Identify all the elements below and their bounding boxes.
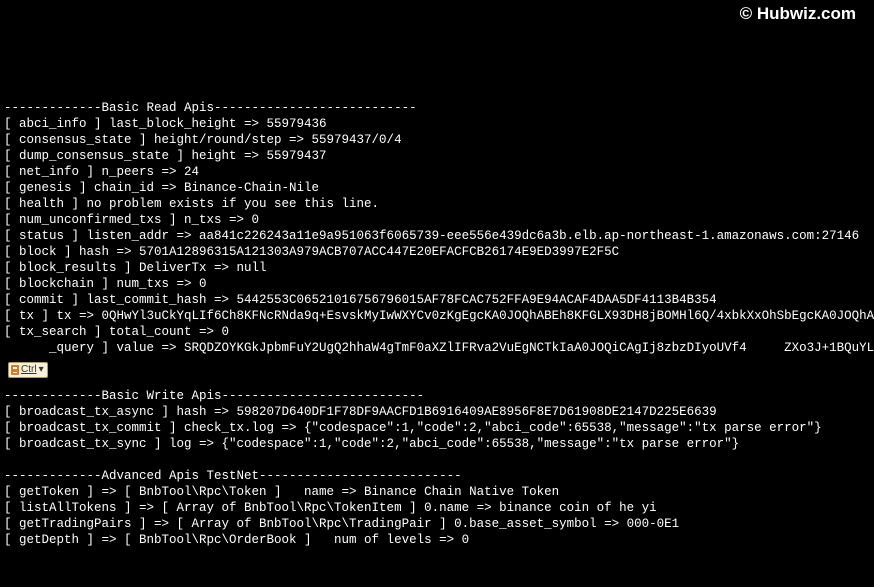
line: -------------Advanced Apis TestNet------… — [4, 469, 462, 483]
line: [ broadcast_tx_async ] hash => 598207D64… — [4, 405, 717, 419]
line: _query ] value => SRQDZOYKGkJpbmFuY2UgQ2… — [4, 341, 874, 355]
line: [ tx ] tx => 0QHwYl3uCkYqLIf6Ch8KFNcRNda… — [4, 309, 874, 323]
hubwiz-watermark: © Hubwiz.com — [740, 6, 856, 22]
line: [ health ] no problem exists if you see … — [4, 197, 379, 211]
line: -------------Basic Read Apis------------… — [4, 101, 417, 115]
line: [ genesis ] chain_id => Binance-Chain-Ni… — [4, 181, 319, 195]
line: [ num_unconfirmed_txs ] n_txs => 0 — [4, 213, 259, 227]
line: [ dump_consensus_state ] height => 55979… — [4, 149, 327, 163]
line: [ tx_search ] total_count => 0 — [4, 325, 229, 339]
line: [ abci_info ] last_block_height => 55979… — [4, 117, 327, 131]
line: [ broadcast_tx_sync ] log => {"codespace… — [4, 437, 739, 451]
line: [ blockchain ] num_txs => 0 — [4, 277, 207, 291]
line: [ status ] listen_addr => aa841c226243a1… — [4, 229, 859, 243]
line: [ listAllTokens ] => [ Array of BnbTool\… — [4, 501, 657, 515]
line: [ consensus_state ] height/round/step =>… — [4, 133, 402, 147]
line: [ block_results ] DeliverTx => null — [4, 261, 267, 275]
terminal-output: -------------Basic Read Apis------------… — [0, 80, 874, 548]
line: [ commit ] last_commit_hash => 5442553C0… — [4, 293, 717, 307]
line: [ getToken ] => [ BnbTool\Rpc\Token ] na… — [4, 485, 559, 499]
line: [ block ] hash => 5701A12896315A121303A9… — [4, 245, 619, 259]
line: -------------Basic Write Apis-----------… — [4, 389, 424, 403]
line: [ getTradingPairs ] => [ Array of BnbToo… — [4, 517, 679, 531]
line: [ getDepth ] => [ BnbTool\Rpc\OrderBook … — [4, 533, 469, 547]
line: [ broadcast_tx_commit ] check_tx.log => … — [4, 421, 822, 435]
line: [ net_info ] n_peers => 24 — [4, 165, 199, 179]
